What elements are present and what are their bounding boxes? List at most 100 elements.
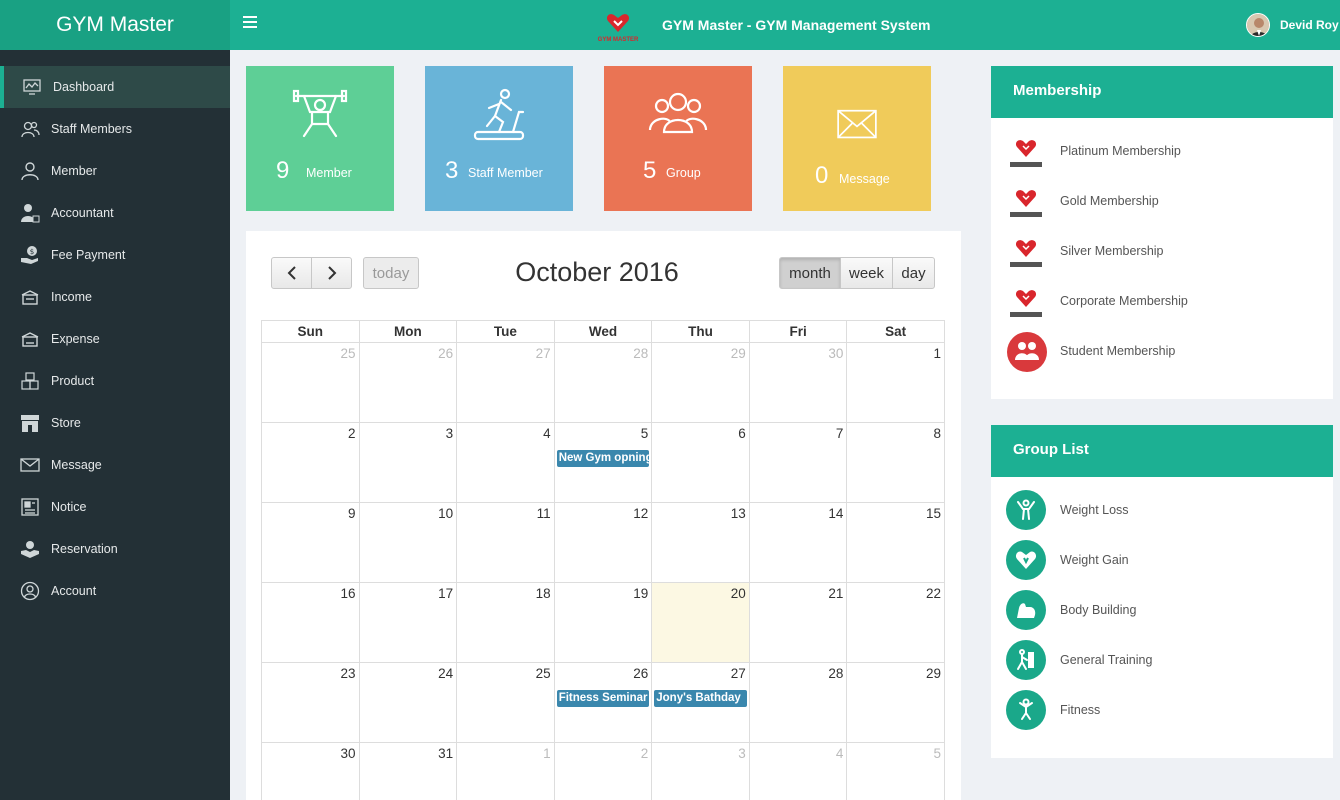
- day-number: 3: [445, 426, 454, 441]
- calendar-day-cell[interactable]: 15: [846, 502, 945, 583]
- next-month-button[interactable]: [311, 257, 352, 289]
- calendar-day-cell[interactable]: 9: [261, 502, 360, 583]
- calendar-day-cell[interactable]: 5: [846, 742, 945, 800]
- calendar-day-cell[interactable]: 28: [748, 662, 848, 743]
- calendar-day-cell[interactable]: 14: [748, 502, 848, 583]
- day-number: 25: [340, 346, 356, 361]
- user-name[interactable]: Devid Roy: [1280, 18, 1339, 32]
- sidebar-item-reservation[interactable]: Reservation: [0, 528, 230, 570]
- calendar-day-cell[interactable]: 13: [651, 502, 750, 583]
- calendar-day-cell[interactable]: 16: [261, 582, 360, 663]
- calendar-day-cell[interactable]: 11: [456, 502, 555, 583]
- member-label: Member: [306, 166, 352, 180]
- calendar-day-cell[interactable]: 5 New Gym opning: [553, 422, 653, 503]
- calendar-event[interactable]: New Gym opning: [556, 450, 650, 467]
- sidebar-item-label: Fee Payment: [51, 248, 126, 262]
- calendar-day-cell[interactable]: 4: [748, 742, 848, 800]
- calendar-day-cell[interactable]: 3: [358, 422, 458, 503]
- calendar-day-cell[interactable]: 22: [846, 582, 945, 663]
- sidebar-item-accountant[interactable]: Accountant: [0, 192, 230, 234]
- calendar-day-cell[interactable]: 6: [651, 422, 750, 503]
- membership-item[interactable]: Student Membership: [991, 331, 1333, 373]
- day-view-button[interactable]: day: [892, 257, 935, 289]
- today-button[interactable]: today: [363, 257, 419, 289]
- calendar-day-cell[interactable]: 28: [553, 342, 653, 423]
- staff-member-stat-card[interactable]: 3 Staff Member: [425, 66, 573, 211]
- sidebar-item-notice[interactable]: Notice: [0, 486, 230, 528]
- calendar-day-cell[interactable]: 21: [748, 582, 848, 663]
- calendar-day-cell[interactable]: 12: [553, 502, 653, 583]
- group-item[interactable]: Fitness: [991, 690, 1333, 732]
- group-item[interactable]: Weight Gain: [991, 540, 1333, 582]
- membership-item[interactable]: Platinum Membership: [991, 131, 1333, 173]
- calendar-day-cell[interactable]: 31: [358, 742, 458, 800]
- calendar-day-cell[interactable]: 20: [651, 582, 750, 663]
- calendar-day-cell[interactable]: 26 Fitness Seminar: [553, 662, 653, 743]
- group-item[interactable]: General Training: [991, 640, 1333, 682]
- calendar-day-cell[interactable]: 2: [261, 422, 360, 503]
- calendar-day-cell[interactable]: 29: [651, 342, 750, 423]
- calendar-day-cell[interactable]: 18: [456, 582, 555, 663]
- calendar-day-cell[interactable]: 10: [358, 502, 458, 583]
- calendar-day-cell[interactable]: 8: [846, 422, 945, 503]
- calendar-day-cell[interactable]: 23: [261, 662, 360, 743]
- sidebar-item-message[interactable]: Message: [0, 444, 230, 486]
- calendar-day-cell[interactable]: 7: [748, 422, 848, 503]
- membership-label: Silver Membership: [1060, 244, 1164, 258]
- calendar-event[interactable]: Fitness Seminar: [556, 690, 650, 707]
- calendar-day-cell[interactable]: 19: [553, 582, 653, 663]
- calendar-day-cell[interactable]: 1: [456, 742, 555, 800]
- sidebar-item-product[interactable]: Product: [0, 360, 230, 402]
- group-item[interactable]: Body Building: [991, 590, 1333, 632]
- sidebar-item-fee-payment[interactable]: $ Fee Payment: [0, 234, 230, 276]
- calendar-day-cell[interactable]: 27 Jony's Bathday: [651, 662, 750, 743]
- calendar-day-cell[interactable]: 17: [358, 582, 458, 663]
- membership-item[interactable]: Silver Membership: [991, 231, 1333, 273]
- calendar-day-cell[interactable]: 29: [846, 662, 945, 743]
- sidebar-item-store[interactable]: Store: [0, 402, 230, 444]
- sidebar-item-account[interactable]: Account: [0, 570, 230, 612]
- membership-item[interactable]: Gold Membership: [991, 181, 1333, 223]
- calendar-week-row: 9 10 11 12 13 14 15: [261, 502, 945, 583]
- calendar-day-cell[interactable]: 30: [261, 742, 360, 800]
- day-number: 3: [738, 746, 746, 761]
- prev-month-button[interactable]: [271, 257, 312, 289]
- calendar-event[interactable]: Jony's Bathday: [654, 690, 747, 707]
- membership-item[interactable]: Corporate Membership: [991, 281, 1333, 323]
- calendar-day-cell[interactable]: 2: [553, 742, 653, 800]
- calendar-day-cell[interactable]: 1: [846, 342, 945, 423]
- calendar-grid: Sun Mon Tue Wed Thu Fri Sat 25 26 27 28 29 30 1 2 3 4 5 N…: [261, 320, 945, 800]
- sidebar-item-income[interactable]: Income: [0, 276, 230, 318]
- sidebar-item-member[interactable]: Member: [0, 150, 230, 192]
- product-icon: [20, 371, 40, 391]
- message-stat-card[interactable]: 0 Message: [783, 66, 931, 211]
- sidebar-item-expense[interactable]: Expense: [0, 318, 230, 360]
- day-number: 17: [438, 586, 454, 601]
- calendar-day-cell[interactable]: 30: [748, 342, 848, 423]
- sidebar-item-label: Account: [51, 584, 97, 598]
- membership-label: Corporate Membership: [1060, 294, 1188, 308]
- menu-toggle-icon[interactable]: [243, 16, 257, 30]
- day-number: 28: [828, 666, 844, 681]
- calendar-day-cell[interactable]: 24: [358, 662, 458, 743]
- member-stat-card[interactable]: 9 Member: [246, 66, 394, 211]
- calendar-day-cell[interactable]: 25: [456, 662, 555, 743]
- calendar-day-cell[interactable]: 26: [358, 342, 458, 423]
- avatar[interactable]: [1246, 13, 1270, 37]
- group-stat-card[interactable]: 5 Group: [604, 66, 752, 211]
- day-number: 10: [438, 506, 454, 521]
- calendar-day-cell[interactable]: 27: [456, 342, 555, 423]
- group-list-title: Group List: [991, 425, 1333, 477]
- sidebar-item-staff-members[interactable]: Staff Members: [0, 108, 230, 150]
- week-view-button[interactable]: week: [840, 257, 893, 289]
- day-number: 2: [348, 426, 356, 441]
- brand-title[interactable]: GYM Master: [0, 0, 230, 50]
- day-number: 16: [340, 586, 356, 601]
- month-view-button[interactable]: month: [779, 257, 841, 289]
- calendar-day-cell[interactable]: 3: [651, 742, 750, 800]
- calendar-day-cell[interactable]: 4: [456, 422, 555, 503]
- group-item[interactable]: Weight Loss: [991, 490, 1333, 532]
- day-number: 26: [633, 666, 649, 681]
- sidebar-item-dashboard[interactable]: Dashboard: [0, 66, 230, 108]
- calendar-day-cell[interactable]: 25: [261, 342, 360, 423]
